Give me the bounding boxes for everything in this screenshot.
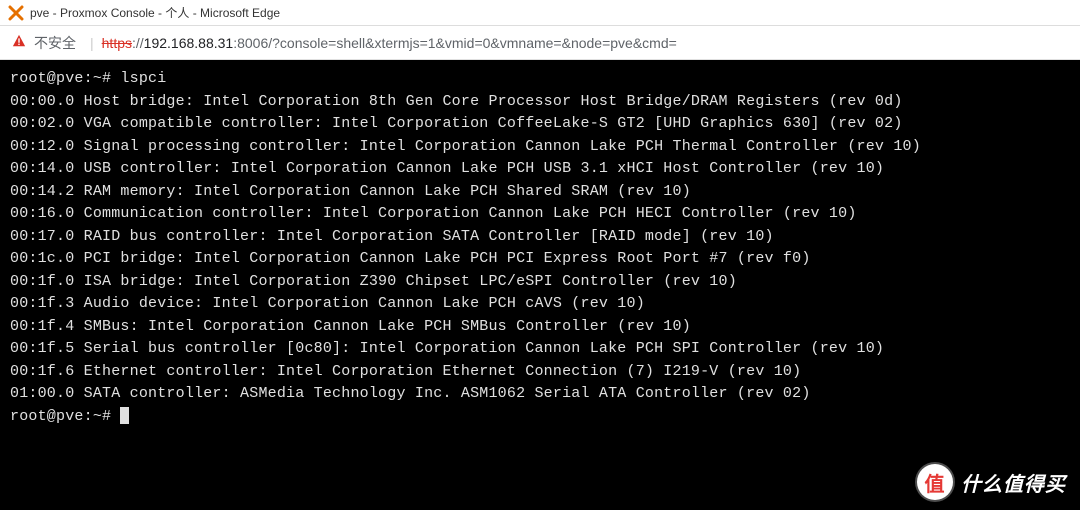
terminal-output-line: 00:1f.3 Audio device: Intel Corporation … [10,293,1070,316]
terminal-prompt-line: root@pve:~# [10,406,1070,429]
proxmox-icon [8,5,24,21]
warning-icon [12,34,26,51]
terminal-output-line: 00:02.0 VGA compatible controller: Intel… [10,113,1070,136]
insecure-label: 不安全 [34,33,76,53]
terminal-output-line: 00:1f.4 SMBus: Intel Corporation Cannon … [10,316,1070,339]
terminal-output-line: 00:12.0 Signal processing controller: In… [10,136,1070,159]
terminal-output-line: 00:1c.0 PCI bridge: Intel Corporation Ca… [10,248,1070,271]
url-scheme-sep: :// [132,35,144,51]
terminal-output-line: 00:14.2 RAM memory: Intel Corporation Ca… [10,181,1070,204]
terminal-prompt-line: root@pve:~# lspci [10,68,1070,91]
terminal-output-line: 00:1f.0 ISA bridge: Intel Corporation Z3… [10,271,1070,294]
terminal-output-line: 00:1f.6 Ethernet controller: Intel Corpo… [10,361,1070,384]
url-scheme: https [102,35,132,51]
window-title: pve - Proxmox Console - 个人 - Microsoft E… [30,4,280,21]
terminal-output-line: 00:00.0 Host bridge: Intel Corporation 8… [10,91,1070,114]
terminal-cursor [120,407,129,424]
watermark: 值 什么值得买 [917,464,1066,500]
address-bar[interactable]: 不安全 | https://192.168.88.31:8006/?consol… [0,26,1080,60]
terminal-output-line: 00:14.0 USB controller: Intel Corporatio… [10,158,1070,181]
url-host: 192.168.88.31 [144,35,234,51]
url-display[interactable]: https://192.168.88.31:8006/?console=shel… [102,35,677,51]
separator: | [90,35,94,51]
terminal-output-line: 00:17.0 RAID bus controller: Intel Corpo… [10,226,1070,249]
url-path: :8006/?console=shell&xtermjs=1&vmid=0&vm… [233,35,677,51]
watermark-badge: 值 [917,464,953,500]
terminal[interactable]: root@pve:~# lspci00:00.0 Host bridge: In… [0,60,1080,510]
terminal-output-line: 00:1f.5 Serial bus controller [0c80]: In… [10,338,1070,361]
window-title-bar: pve - Proxmox Console - 个人 - Microsoft E… [0,0,1080,26]
terminal-output-line: 00:16.0 Communication controller: Intel … [10,203,1070,226]
watermark-text: 什么值得买 [961,468,1066,497]
terminal-output-line: 01:00.0 SATA controller: ASMedia Technol… [10,383,1070,406]
